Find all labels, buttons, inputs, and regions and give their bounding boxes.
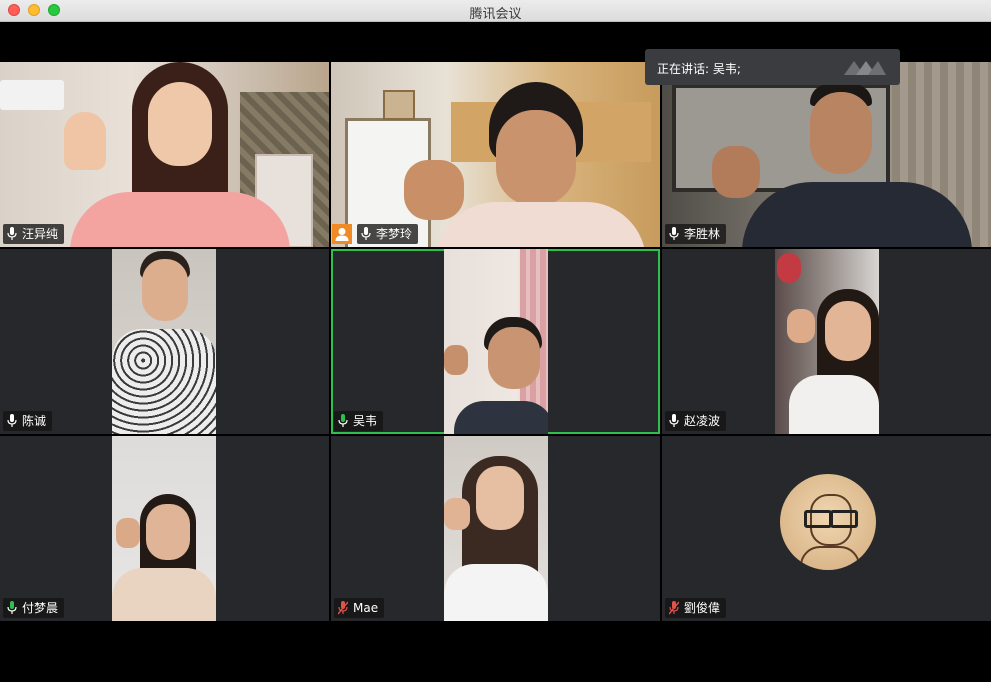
- participant-video: [662, 62, 991, 247]
- participant-name: 李梦玲: [376, 227, 413, 241]
- participant-name: 汪异纯: [22, 227, 59, 241]
- microphone-muted-icon: [338, 601, 348, 615]
- video-tile[interactable]: 李胜林: [662, 62, 991, 247]
- speaking-indicator: 正在讲话: 吴韦;: [645, 49, 900, 85]
- participant-name: 李胜林: [684, 227, 721, 241]
- window-titlebar: 腾讯会议: [0, 0, 991, 22]
- microphone-muted-icon: [669, 601, 679, 615]
- microphone-active-icon: [338, 414, 348, 427]
- microphone-icon: [669, 227, 679, 240]
- participant-video: [112, 249, 216, 434]
- window-title: 腾讯会议: [469, 7, 522, 22]
- video-tile[interactable]: 赵凌波: [662, 249, 991, 434]
- participant-label: 付梦晨: [3, 598, 65, 618]
- video-grid: 汪异纯 李梦玲 李胜林 陈诚 吴韦 赵凌波 付梦晨 Mae 劉俊偉: [0, 62, 991, 622]
- participant-name: 赵凌波: [684, 414, 721, 428]
- video-tile[interactable]: 劉俊偉: [662, 436, 991, 621]
- participant-name: 付梦晨: [22, 601, 59, 615]
- speaking-text: 正在讲话: 吴韦;: [657, 62, 741, 76]
- participant-name: 劉俊偉: [684, 601, 721, 615]
- participant-video: [331, 62, 660, 247]
- avatar: [780, 474, 876, 570]
- video-tile-active-speaker[interactable]: 吴韦: [331, 249, 660, 434]
- participant-video: [112, 436, 216, 621]
- participant-label: 劉俊偉: [665, 598, 727, 618]
- participant-label: 陈诚: [3, 411, 53, 431]
- participant-video: [0, 62, 329, 247]
- participant-label: 李梦玲: [357, 224, 419, 244]
- participant-video: [775, 249, 879, 434]
- microphone-icon: [7, 414, 17, 427]
- participant-name: Mae: [353, 601, 379, 615]
- video-tile[interactable]: 汪异纯: [0, 62, 329, 247]
- video-tile[interactable]: 付梦晨: [0, 436, 329, 621]
- host-badge: [332, 224, 352, 244]
- participant-label: 赵凌波: [665, 411, 727, 431]
- video-tile[interactable]: 陈诚: [0, 249, 329, 434]
- participant-label: 汪异纯: [3, 224, 65, 244]
- microphone-active-icon: [7, 601, 17, 614]
- video-tile[interactable]: Mae: [331, 436, 660, 621]
- host-icon: [335, 228, 349, 241]
- microphone-icon: [361, 227, 371, 240]
- participant-label: 吴韦: [334, 411, 384, 431]
- participant-video: [444, 436, 548, 621]
- participant-video: [444, 249, 548, 434]
- tencent-meeting-logo-icon: [844, 61, 886, 75]
- participant-label: Mae: [334, 598, 385, 618]
- microphone-icon: [669, 414, 679, 427]
- microphone-icon: [7, 227, 17, 240]
- participant-name: 陈诚: [22, 414, 47, 428]
- participant-label: 李胜林: [665, 224, 727, 244]
- video-tile[interactable]: 李梦玲: [331, 62, 660, 247]
- participant-name: 吴韦: [353, 414, 378, 428]
